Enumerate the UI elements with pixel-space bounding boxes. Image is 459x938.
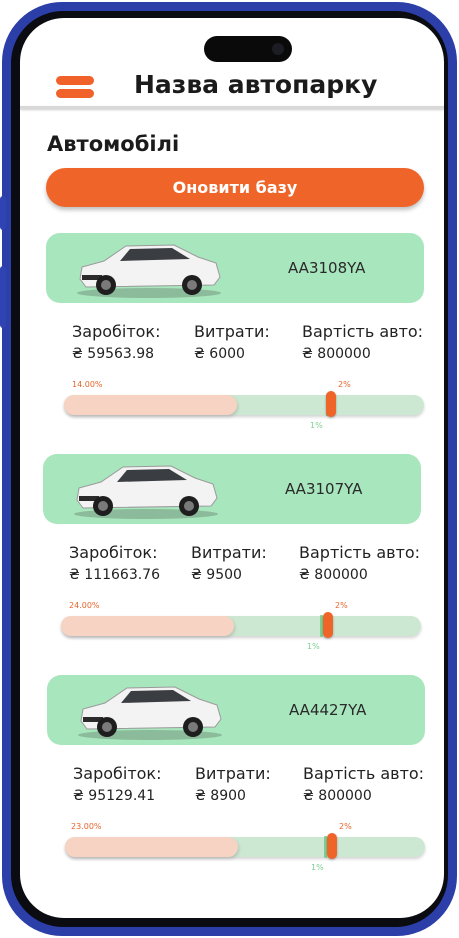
car-plate: AA3108YA (288, 259, 366, 277)
value-label: Вартість авто: (302, 322, 424, 341)
target-marker[interactable] (327, 833, 337, 859)
target-percent: 2% (335, 601, 348, 610)
section-title: Автомобілі (47, 132, 180, 156)
expenses-label: Витрати: (194, 322, 270, 341)
side-button (0, 266, 6, 328)
income-label: Заробіток: (72, 322, 161, 341)
expenses-label: Витрати: (191, 543, 267, 562)
camera-icon (272, 43, 284, 55)
expenses-value: ₴ 8900 (195, 788, 246, 804)
min-percent: 1% (310, 421, 323, 430)
car-icon (74, 465, 218, 519)
value-label: Вартість авто: (303, 764, 425, 783)
menu-icon[interactable] (56, 76, 94, 100)
progress-bar (64, 391, 424, 417)
header-divider (20, 106, 444, 109)
app-header: Назва автопарку (20, 66, 444, 108)
value-value: ₴ 800000 (302, 346, 371, 362)
income-label: Заробіток: (69, 543, 158, 562)
min-percent: 1% (307, 642, 320, 651)
income-value: ₴ 111663.76 (69, 567, 160, 583)
update-database-button[interactable]: Оновити базу (46, 168, 424, 207)
car-item: AA3108YA Заробіток: Витрати: Вартість ав… (20, 233, 444, 443)
car-card[interactable]: AA3107YA (43, 454, 421, 524)
value-label: Вартість авто: (299, 543, 421, 562)
progress-bar (61, 612, 421, 638)
target-marker[interactable] (323, 612, 333, 638)
car-card[interactable]: AA3108YA (46, 233, 424, 303)
value-value: ₴ 800000 (299, 567, 368, 583)
progress-fill (64, 395, 237, 415)
progress-bar (65, 833, 425, 859)
progress-fill (65, 837, 238, 857)
progress-percent: 24.00% (69, 601, 100, 610)
income-label: Заробіток: (73, 764, 162, 783)
page-title: Назва автопарку (134, 70, 378, 99)
dynamic-island (204, 36, 292, 62)
target-percent: 2% (339, 822, 352, 831)
min-percent: 1% (311, 863, 324, 872)
car-icon (77, 244, 221, 298)
car-plate: AA4427YA (289, 701, 367, 719)
progress-fill (61, 616, 234, 636)
income-value: ₴ 95129.41 (73, 788, 156, 804)
expenses-value: ₴ 9500 (191, 567, 242, 583)
value-value: ₴ 800000 (303, 788, 372, 804)
progress-percent: 14.00% (72, 380, 103, 389)
expenses-label: Витрати: (195, 764, 271, 783)
car-item: AA4427YA Заробіток: Витрати: Вартість ав… (20, 675, 444, 885)
progress-percent: 23.00% (71, 822, 102, 831)
car-card[interactable]: AA4427YA (47, 675, 425, 745)
screen: Назва автопарку Автомобілі Оновити базу … (20, 18, 444, 918)
expenses-value: ₴ 6000 (194, 346, 245, 362)
target-percent: 2% (338, 380, 351, 389)
income-value: ₴ 59563.98 (72, 346, 155, 362)
target-marker[interactable] (326, 391, 336, 417)
side-button (0, 196, 6, 230)
car-icon (78, 686, 222, 740)
car-plate: AA3107YA (285, 480, 363, 498)
car-item: AA3107YA Заробіток: Витрати: Вартість ав… (20, 454, 444, 664)
